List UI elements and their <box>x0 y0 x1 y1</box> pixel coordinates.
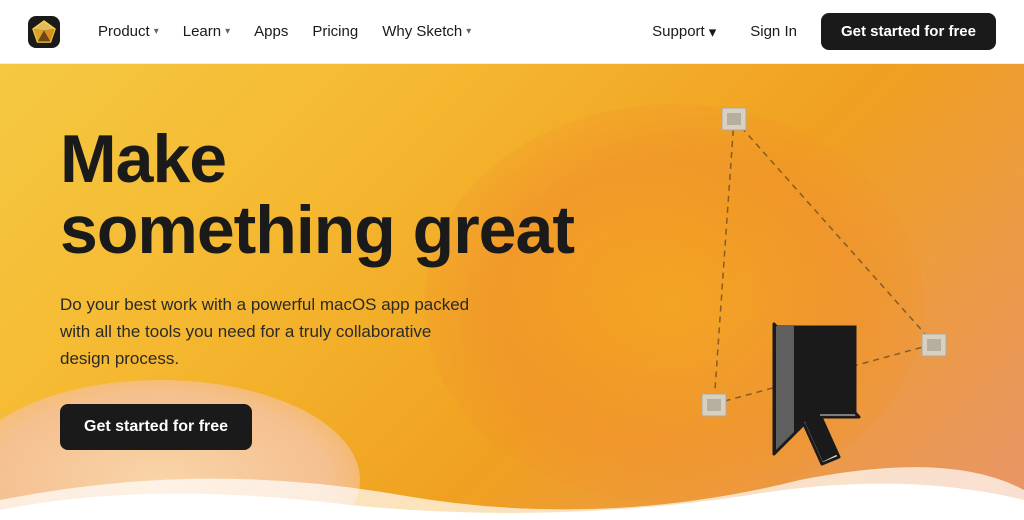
chevron-down-icon: ▾ <box>225 26 230 37</box>
hero-section: Make something great Do your best work w… <box>0 64 1024 520</box>
logo[interactable] <box>28 16 60 48</box>
nav-right: Support ▾ Sign In Get started for free <box>642 13 996 50</box>
nav-item-support[interactable]: Support ▾ <box>642 15 726 49</box>
hero-illustration <box>544 64 1024 520</box>
navbar: Product ▾ Learn ▾ Apps Pricing Why Sketc… <box>0 0 1024 64</box>
chevron-down-icon: ▾ <box>466 26 471 37</box>
hero-headline: Make something great <box>60 124 574 267</box>
nav-item-pricing[interactable]: Pricing <box>302 15 368 48</box>
hero-cta-button[interactable]: Get started for free <box>60 404 252 450</box>
hero-content: Make something great Do your best work w… <box>60 124 574 450</box>
hero-subtext: Do your best work with a powerful macOS … <box>60 291 480 373</box>
nav-item-product[interactable]: Product ▾ <box>88 15 169 48</box>
chevron-down-icon: ▾ <box>709 23 717 41</box>
hero-illustration-svg <box>544 64 1024 520</box>
nav-item-apps[interactable]: Apps <box>244 15 298 48</box>
chevron-down-icon: ▾ <box>154 26 159 37</box>
sketch-logo-icon <box>28 16 60 48</box>
nav-left: Product ▾ Learn ▾ Apps Pricing Why Sketc… <box>88 15 642 48</box>
nav-item-why-sketch[interactable]: Why Sketch ▾ <box>372 15 481 48</box>
nav-cta-button[interactable]: Get started for free <box>821 13 996 50</box>
nav-signin-button[interactable]: Sign In <box>734 15 813 48</box>
nav-item-learn[interactable]: Learn ▾ <box>173 15 240 48</box>
